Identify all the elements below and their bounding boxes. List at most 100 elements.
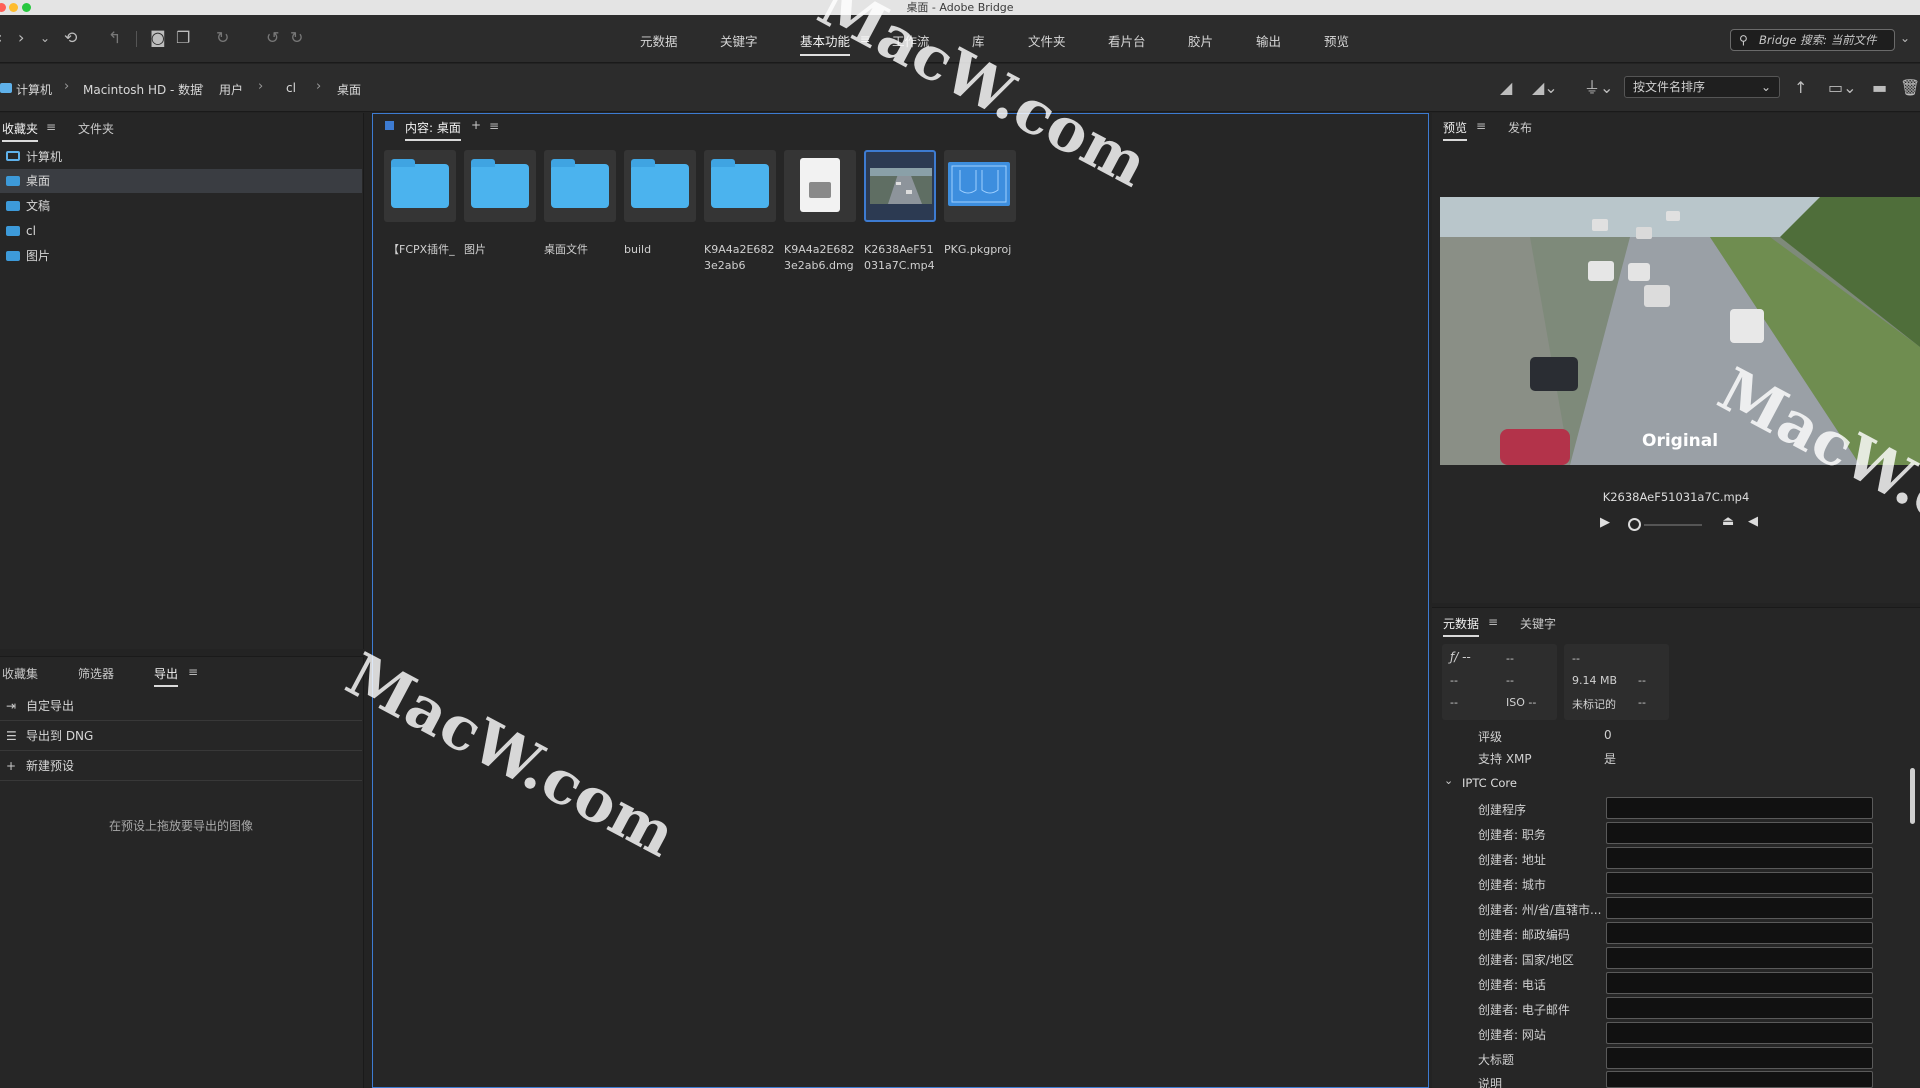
iptc-field-headline[interactable] xyxy=(1606,1047,1873,1069)
export-item-custom[interactable]: ⇥ 自定导出 xyxy=(0,691,362,721)
favorite-item-computer[interactable]: 计算机 xyxy=(0,145,362,169)
refine-icon[interactable]: ❐ xyxy=(176,29,190,47)
search-input[interactable]: ⚲ Bridge 搜索: 当前文件 xyxy=(1730,29,1895,51)
panel-menu-icon[interactable]: ≡ xyxy=(46,120,56,134)
thumbnail-pkg[interactable] xyxy=(944,150,1016,222)
close-window-icon[interactable] xyxy=(0,3,6,12)
playhead-icon[interactable] xyxy=(1628,518,1641,531)
iptc-field-creator-job[interactable] xyxy=(1606,822,1873,844)
thumbnail-folder[interactable] xyxy=(384,150,456,222)
volume-icon[interactable]: ◀ xyxy=(1748,514,1758,529)
favorites-panel: 收藏夹 ≡ 文件夹 计算机 桌面 文稿 cl 图片 xyxy=(0,113,364,649)
favorite-item-pictures[interactable]: 图片 xyxy=(0,244,362,268)
export-item-dng[interactable]: ☰ 导出到 DNG xyxy=(0,721,362,751)
camera-import-icon[interactable]: ◙ xyxy=(150,29,166,47)
workspace-menu-icon[interactable]: ≡ xyxy=(860,31,870,46)
breadcrumb-cl[interactable]: cl xyxy=(286,81,296,95)
iptc-field-description[interactable] xyxy=(1606,1071,1873,1088)
folder-icon xyxy=(391,159,449,208)
chevron-down-icon[interactable]: ⌄ xyxy=(1444,774,1453,787)
iptc-field-creator-postal[interactable] xyxy=(1606,922,1873,944)
tab-content[interactable]: 内容: 桌面 xyxy=(405,119,461,141)
tab-favorites[interactable]: 收藏夹 xyxy=(2,120,39,142)
tab-folders[interactable]: 文件夹 xyxy=(78,120,114,137)
sort-ascending-icon[interactable]: ↑ xyxy=(1794,79,1807,97)
workspace-tab-light-table[interactable]: 看片台 xyxy=(1108,31,1146,50)
iso-value: ISO -- xyxy=(1506,696,1537,709)
iptc-field-creator-email[interactable] xyxy=(1606,997,1873,1019)
panel-menu-icon[interactable]: ≡ xyxy=(188,665,198,679)
filter-items-icon[interactable]: ⏚⌄ xyxy=(1584,79,1613,97)
iptc-field-creator-tool[interactable] xyxy=(1606,797,1873,819)
breadcrumb-desktop[interactable]: 桌面 xyxy=(337,81,361,98)
thumbnail-quality-icon[interactable]: ◢ xyxy=(1500,79,1512,97)
breadcrumb-macintosh-hd[interactable]: Macintosh HD - 数据 xyxy=(83,81,202,98)
rotate-left-icon[interactable]: ↺ xyxy=(266,29,279,47)
iptc-field-creator-website[interactable] xyxy=(1606,1022,1873,1044)
iptc-field-creator-address[interactable] xyxy=(1606,847,1873,869)
thumbnail-folder[interactable] xyxy=(464,150,536,222)
workspace-tab-metadata[interactable]: 元数据 xyxy=(640,31,678,50)
breadcrumb-computer[interactable]: 计算机 xyxy=(16,81,52,98)
tab-collections[interactable]: 收藏集 xyxy=(2,665,38,682)
iptc-field-creator-phone[interactable] xyxy=(1606,972,1873,994)
workspace-tab-keywords[interactable]: 关键字 xyxy=(720,31,758,50)
forward-icon[interactable]: › xyxy=(18,29,24,47)
tab-publish[interactable]: 发布 xyxy=(1508,119,1532,136)
home-folder-icon xyxy=(6,226,20,236)
search-options-icon[interactable]: ⌄ xyxy=(1900,29,1910,47)
zoom-window-icon[interactable] xyxy=(22,3,31,12)
panel-menu-icon[interactable]: ≡ xyxy=(489,119,499,133)
rating-filter-icon[interactable]: ◢⌄ xyxy=(1532,79,1558,97)
thumbnail-dmg[interactable] xyxy=(784,150,856,222)
workspace-tab-folders[interactable]: 文件夹 xyxy=(1028,31,1066,50)
sort-select[interactable]: 按文件名排序 ⌄ xyxy=(1624,76,1780,98)
scrollbar-thumb[interactable] xyxy=(1910,768,1915,824)
favorite-item-documents[interactable]: 文稿 xyxy=(0,194,362,218)
thumbnail-label: 图片 xyxy=(464,243,486,256)
panel-menu-icon[interactable]: ≡ xyxy=(1488,615,1498,629)
iptc-label: 创建者: 电话 xyxy=(1478,978,1546,992)
workspace-tab-preview[interactable]: 预览 xyxy=(1324,31,1349,50)
thumbnail-folder[interactable] xyxy=(624,150,696,222)
workspace-tab-filmstrip[interactable]: 胶片 xyxy=(1188,31,1213,50)
recent-history-icon[interactable]: ⟲ xyxy=(64,29,77,47)
iptc-section-header[interactable]: IPTC Core xyxy=(1462,776,1517,790)
rotate-icon[interactable]: ↻ xyxy=(216,29,229,47)
camera-data-box: ƒ/ -- -- -- -- -- ISO -- xyxy=(1442,644,1557,720)
thumbnail-folder[interactable] xyxy=(544,150,616,222)
tab-export[interactable]: 导出 xyxy=(154,665,179,687)
iptc-field-creator-city[interactable] xyxy=(1606,872,1873,894)
playback-track[interactable] xyxy=(1644,524,1702,526)
new-folder-icon[interactable]: ▬ xyxy=(1872,79,1887,97)
thumbnail-video[interactable] xyxy=(864,150,936,222)
open-recent-icon[interactable]: ▭⌄ xyxy=(1828,79,1857,97)
panel-menu-icon[interactable]: ≡ xyxy=(1476,119,1486,133)
export-item-new-preset[interactable]: + 新建预设 xyxy=(0,751,362,781)
thumbnail-folder[interactable] xyxy=(704,150,776,222)
workspace-tab-library[interactable]: 库 xyxy=(972,31,985,50)
tab-filter[interactable]: 筛选器 xyxy=(78,665,114,682)
add-tab-icon[interactable]: + xyxy=(471,118,481,132)
play-icon[interactable]: ▶ xyxy=(1600,515,1610,530)
loop-icon[interactable]: ⏏ xyxy=(1722,514,1734,529)
tab-preview[interactable]: 预览 xyxy=(1443,119,1468,141)
reveal-icon[interactable]: ↰ xyxy=(108,29,121,47)
trash-icon[interactable]: 🗑 xyxy=(1900,79,1920,97)
folder-icon xyxy=(6,176,20,186)
chevron-down-icon[interactable]: ⌄ xyxy=(40,29,50,47)
workspace-tab-workflow[interactable]: 工作流 xyxy=(892,31,930,50)
breadcrumb-users[interactable]: 用户 xyxy=(219,81,243,98)
tab-metadata[interactable]: 元数据 xyxy=(1443,615,1480,637)
iptc-field-creator-country[interactable] xyxy=(1606,947,1873,969)
favorite-item-cl[interactable]: cl xyxy=(0,219,362,243)
export-icon: ⇥ xyxy=(6,699,17,713)
workspace-tab-essentials[interactable]: 基本功能 xyxy=(800,31,851,56)
favorite-item-desktop[interactable]: 桌面 xyxy=(0,169,362,193)
iptc-field-creator-state[interactable] xyxy=(1606,897,1873,919)
rotate-right-icon[interactable]: ↻ xyxy=(290,29,303,47)
minimize-window-icon[interactable] xyxy=(9,3,18,12)
tab-keywords[interactable]: 关键字 xyxy=(1520,615,1556,632)
back-icon[interactable]: ‹ xyxy=(0,29,2,47)
workspace-tab-output[interactable]: 输出 xyxy=(1256,31,1281,50)
